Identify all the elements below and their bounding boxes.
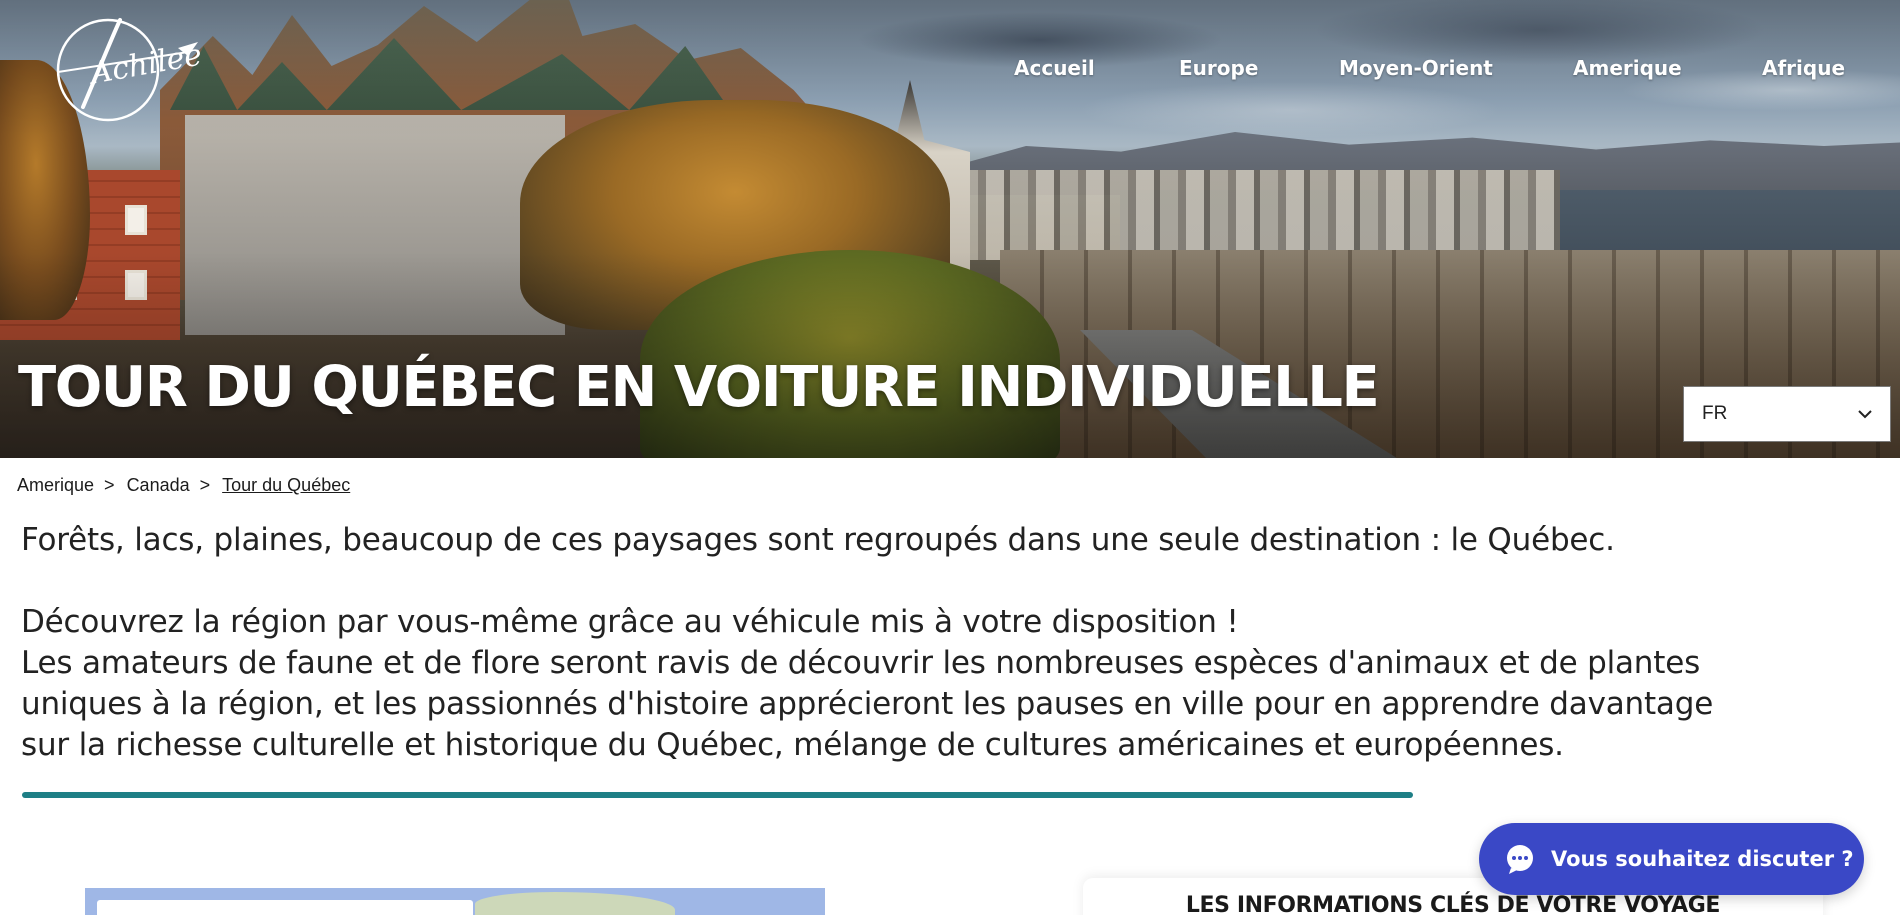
nav-item-amerique[interactable]: Amerique bbox=[1573, 56, 1682, 80]
language-select[interactable]: FR bbox=[1683, 386, 1891, 442]
nav-item-europe[interactable]: Europe bbox=[1179, 56, 1258, 80]
main-nav: Accueil Europe Moyen-Orient Amerique Afr… bbox=[0, 56, 1900, 86]
chat-button[interactable]: Vous souhaitez discuter ? bbox=[1479, 823, 1864, 895]
intro-paragraph: sur la richesse culturelle et historique… bbox=[21, 727, 1564, 763]
intro-paragraph: Découvrez la région par vous-même grâce … bbox=[21, 604, 1239, 640]
chat-bubble-icon bbox=[1507, 845, 1533, 874]
breadcrumb-separator: > bbox=[199, 475, 211, 495]
intro-text: Forêts, lacs, plaines, beaucoup de ces p… bbox=[21, 520, 1821, 766]
itinerary-map[interactable] bbox=[85, 888, 825, 915]
breadcrumb-item-canada[interactable]: Canada bbox=[127, 475, 190, 496]
breadcrumb-separator: > bbox=[104, 475, 115, 495]
map-overlay-card bbox=[97, 900, 473, 915]
breadcrumb-item-current[interactable]: Tour du Québec bbox=[222, 475, 350, 496]
breadcrumb: Amerique > Canada > Tour du Québec bbox=[17, 475, 350, 496]
key-info-title: LES INFORMATIONS CLÉS DE VOTRE VOYAGE bbox=[1185, 893, 1721, 915]
intro-paragraph: uniques à la région, et les passionnés d… bbox=[21, 686, 1714, 722]
language-select-value: FR bbox=[1702, 403, 1728, 424]
nav-item-afrique[interactable]: Afrique bbox=[1762, 56, 1845, 80]
page-title: TOUR DU QUÉBEC EN VOITURE INDIVIDUELLE bbox=[18, 355, 1380, 420]
intro-paragraph: Les amateurs de faune et de flore seront… bbox=[21, 645, 1701, 681]
nav-item-moyen-orient[interactable]: Moyen-Orient bbox=[1339, 56, 1493, 80]
breadcrumb-item-amerique[interactable]: Amerique bbox=[17, 475, 94, 496]
intro-paragraph: Forêts, lacs, plaines, beaucoup de ces p… bbox=[21, 522, 1615, 558]
nav-item-accueil[interactable]: Accueil bbox=[1014, 56, 1095, 80]
chevron-down-icon bbox=[1858, 410, 1872, 419]
section-divider bbox=[22, 792, 1413, 798]
map-land bbox=[475, 892, 675, 915]
chat-button-label: Vous souhaitez discuter ? bbox=[1551, 847, 1854, 871]
hero-banner: Achilee Accueil Europe Moyen-Orient Amer… bbox=[0, 0, 1900, 458]
